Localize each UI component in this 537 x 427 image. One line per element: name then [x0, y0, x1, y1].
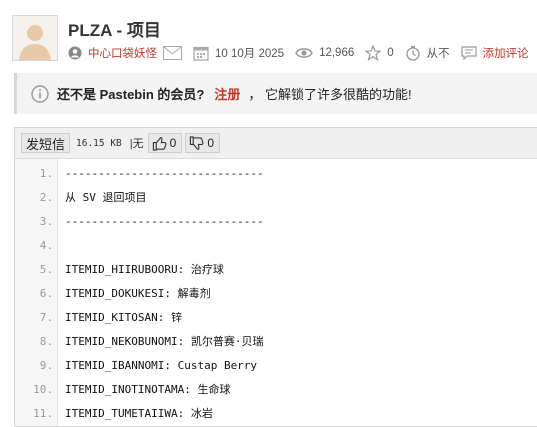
avatar[interactable]	[12, 15, 58, 61]
comment-icon	[461, 46, 477, 60]
like-button[interactable]: 0	[147, 133, 183, 153]
info-icon	[31, 84, 49, 103]
line-number: 9.	[39, 358, 53, 372]
line-number: 10.	[33, 382, 53, 396]
star-count: 0	[387, 47, 394, 59]
author-link[interactable]: 中心口袋妖怪	[88, 45, 157, 61]
signup-notice: 还不是 Pastebin 的会员? 注册 ， 它解锁了许多很酷的功能!	[14, 73, 537, 114]
expiry: 从不	[426, 48, 450, 60]
page-title: PLZA - 项目	[68, 21, 161, 40]
mail-icon[interactable]	[163, 46, 182, 60]
thumbs-down-icon	[190, 135, 204, 150]
code-text: ------------------------------	[65, 214, 264, 228]
register-link[interactable]: 注册	[214, 84, 240, 103]
code-text: ITEMID_INOTINOTAMA: 生命球	[65, 383, 231, 396]
avatar-icon	[13, 16, 57, 60]
code-line: 7. ITEMID_KITOSAN: 锌	[15, 305, 537, 329]
code-text: 从 SV 退回项目	[65, 191, 147, 204]
code-text: ITEMID_DOKUKESI: 解毒剂	[65, 287, 211, 300]
code-line: 2. 从 SV 退回项目	[15, 185, 537, 209]
code-text: ITEMID_IBANNOMI: Custap Berry	[65, 358, 258, 372]
like-count: 0	[169, 136, 177, 150]
code-panel: 发短信 16.15 KB |无 0 0 1. ------------------…	[14, 127, 537, 427]
text-button[interactable]: 发短信	[21, 133, 71, 153]
dislike-button[interactable]: 0	[185, 133, 221, 153]
code-line: 6. ITEMID_DOKUKESI: 解毒剂	[15, 281, 537, 305]
code-text: ------------------------------	[65, 166, 264, 180]
line-number: 4.	[39, 238, 53, 252]
code-line: 5. ITEMID_HIIRUBOORU: 治疗球	[15, 257, 537, 281]
dislike-count: 0	[207, 136, 215, 150]
syntax-label: |无	[129, 138, 144, 150]
code-line: 1. ------------------------------	[15, 161, 537, 185]
code-text: ITEMID_TUMETAIIWA: 冰岩	[65, 407, 213, 420]
user-icon	[68, 46, 82, 60]
code-text: ITEMID_NEKOBUNOMI: 凯尔普赛·贝瑞	[65, 335, 264, 348]
code-lines: 1. ------------------------------ 2. 从 SV 退…	[15, 161, 537, 425]
line-number: 6.	[39, 286, 53, 300]
calendar-icon	[193, 45, 209, 61]
star-icon[interactable]	[365, 45, 382, 61]
code-line: 11. ITEMID_TUMETAIIWA: 冰岩	[15, 401, 537, 425]
code-line: 3. ------------------------------	[15, 209, 537, 233]
notice-tail: ， 它解锁了许多很酷的功能!	[248, 87, 412, 102]
code-text: ITEMID_HIIRUBOORU: 治疗球	[65, 263, 224, 276]
thumbs-up-icon	[152, 136, 167, 151]
paste-meta: 中心口袋妖怪 10 10月 2025 12,966 0 从不 添加评论	[68, 44, 529, 62]
timer-icon	[405, 45, 421, 61]
paste-date: 10 10月 2025	[215, 48, 285, 60]
notice-text: 还不是 Pastebin 的会员?	[57, 87, 205, 102]
code-line: 10. ITEMID_INOTINOTAMA: 生命球	[15, 377, 537, 401]
line-number: 5.	[39, 262, 53, 276]
line-number: 2.	[39, 190, 53, 204]
code-toolbar: 发短信 16.15 KB |无 0 0	[15, 128, 537, 159]
line-number: 1.	[39, 166, 53, 180]
code-line: 8. ITEMID_NEKOBUNOMI: 凯尔普赛·贝瑞	[15, 329, 537, 353]
code-line: 9. ITEMID_IBANNOMI: Custap Berry	[15, 353, 537, 377]
line-number: 7.	[39, 310, 53, 324]
eye-icon	[295, 47, 313, 59]
add-comment-link[interactable]: 添加评论	[483, 45, 529, 61]
code-text: ITEMID_KITOSAN: 锌	[65, 311, 182, 324]
line-number: 8.	[39, 334, 53, 348]
line-number: 3.	[39, 214, 53, 228]
file-size: 16.15 KB	[76, 137, 122, 149]
view-count: 12,966	[319, 47, 355, 59]
code-line: 4.	[15, 233, 537, 257]
